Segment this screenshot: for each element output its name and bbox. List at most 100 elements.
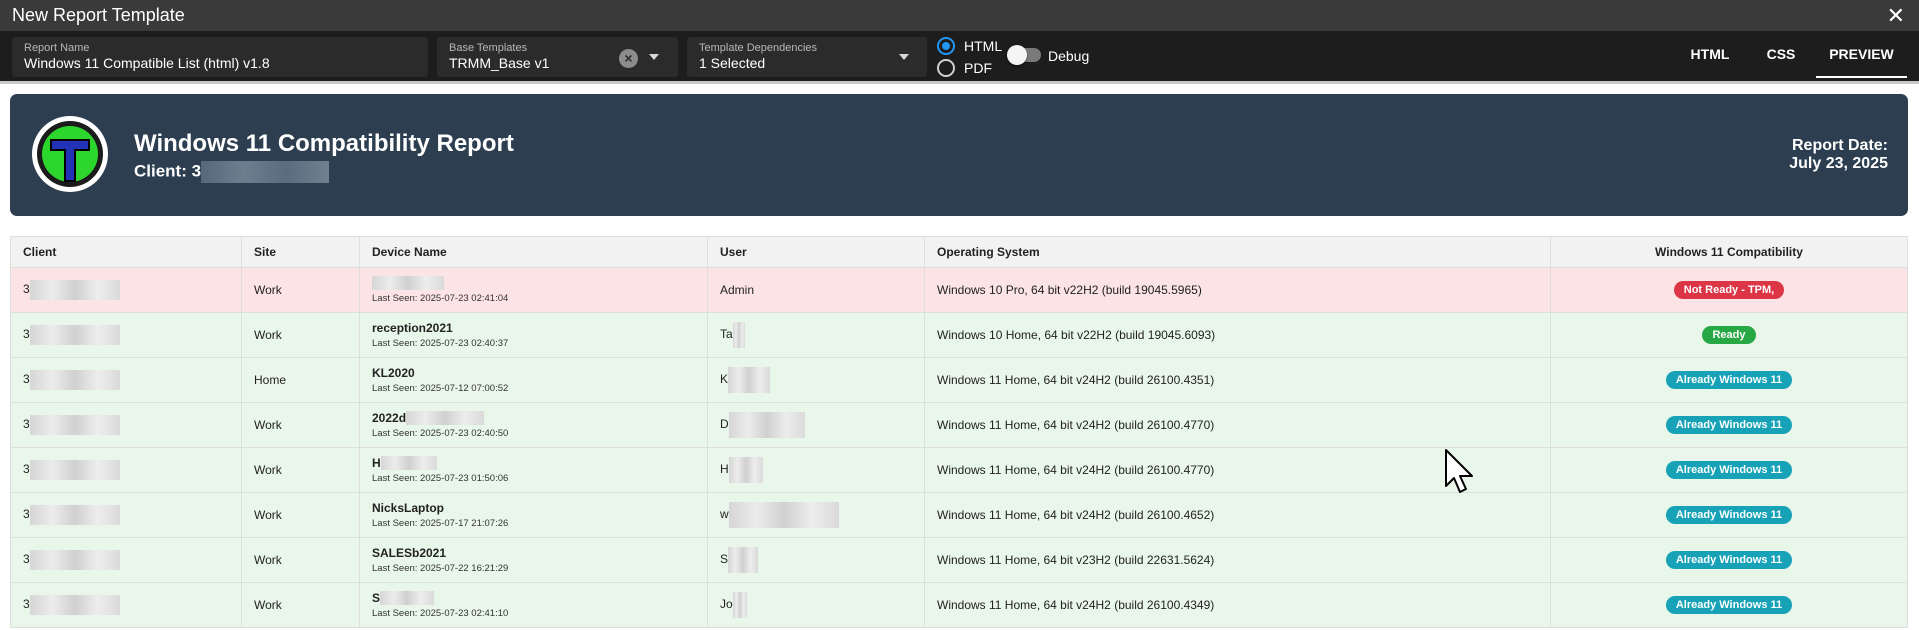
cell-user: D [707,402,925,448]
redacted-client [29,325,120,345]
chevron-down-icon[interactable] [899,54,909,60]
cell-client: 3 [10,492,242,538]
client-text: 3 [23,417,30,432]
cell-compatibility: Already Windows 11 [1550,537,1908,583]
pdf-radio[interactable] [937,59,955,77]
cell-compatibility: Already Windows 11 [1550,582,1908,628]
tab-preview[interactable]: PREVIEW [1816,31,1907,78]
report-preview: Windows 11 Compatibility Report Client: … [0,81,1919,630]
clear-icon[interactable]: × [619,49,638,68]
status-badge: Not Ready - TPM, [1673,281,1785,299]
device-name: reception2021 [372,321,707,335]
cell-site: Work [241,402,360,448]
status-badge: Already Windows 11 [1665,596,1793,614]
redacted-user [728,412,805,438]
client-text: 3 [23,507,30,522]
compatibility-table: Client Site Device Name User Operating S… [10,236,1908,628]
table-row: 3 Work H Last Seen: 2025-07-23 01:50:06 H Win… [10,447,1908,493]
cell-os: Windows 11 Home, 64 bit v24H2 (build 261… [924,402,1551,448]
status-badge: Already Windows 11 [1665,506,1793,524]
cell-compatibility: Not Ready - TPM, [1550,267,1908,313]
cell-user: Jo [707,582,925,628]
device-name-text: 2022d [372,410,407,425]
cell-device: Last Seen: 2025-07-23 02:41:04 [359,267,708,313]
cell-compatibility: Already Windows 11 [1550,447,1908,493]
user-text: Ta [720,327,733,342]
client-text: 3 [23,552,30,567]
company-logo [32,116,108,192]
cell-os: Windows 11 Home, 64 bit v24H2 (build 261… [924,492,1551,538]
user-text: K [720,372,729,387]
device-name-text: KL2020 [372,366,415,380]
device-name: NicksLaptop [372,501,707,515]
report-date-value: July 23, 2025 [1789,155,1888,172]
user-text: w [720,507,729,522]
redacted-user [728,547,759,573]
device-name: S [372,591,707,606]
tab-html[interactable]: HTML [1672,31,1748,78]
last-seen: Last Seen: 2025-07-17 21:07:26 [372,518,509,529]
cell-site: Work [241,267,360,313]
cell-user: S [707,537,925,583]
cell-compatibility: Ready [1550,312,1908,358]
debug-toggle[interactable] [1007,45,1041,65]
table-row: 3 Work 2022d Last Seen: 2025-07-23 02:40:50… [10,402,1908,448]
cell-client: 3 [10,357,242,403]
status-badge: Already Windows 11 [1665,461,1793,479]
report-title: Windows 11 Compatibility Report [134,130,514,157]
cell-client: 3 [10,447,242,493]
device-name [372,276,707,291]
chevron-down-icon[interactable] [649,54,659,60]
device-name-text: reception2021 [372,321,453,335]
window-title: New Report Template [12,5,185,25]
redacted-device [380,591,435,606]
status-badge: Already Windows 11 [1665,371,1793,389]
table-row: 3 Home KL2020 Last Seen: 2025-07-12 07:00:5… [10,357,1908,403]
device-name-text: SALESb2021 [372,546,447,560]
header-win11-compatibility: Windows 11 Compatibility [1550,236,1908,268]
device-name: H [372,456,707,471]
cell-site: Work [241,537,360,583]
header-device-name: Device Name [359,236,708,268]
user-text: Jo [720,597,733,612]
header-operating-system: Operating System [924,236,1551,268]
cell-site: Home [241,357,360,403]
cell-client: 3 [10,402,242,448]
cell-device: SALESb2021 Last Seen: 2025-07-22 16:21:29 [359,537,708,583]
report-name-field[interactable]: Report Name Windows 11 Compatible List (… [12,37,428,77]
cell-device: reception2021 Last Seen: 2025-07-23 02:40… [359,312,708,358]
tab-css[interactable]: CSS [1748,31,1814,78]
debug-label: Debug [1048,48,1090,64]
redacted-client [29,415,120,435]
user-text: S [720,552,729,567]
redacted-client [29,370,120,390]
redacted-device [372,276,444,291]
base-templates-select[interactable]: Base Templates TRMM_Base v1 × [437,37,678,77]
cell-user: H [707,447,925,493]
status-badge: Ready [1702,326,1756,344]
report-client: Client: 3 [134,161,330,183]
cell-site: Work [241,447,360,493]
header-client: Client [10,236,242,268]
redacted-client [29,280,120,300]
cell-compatibility: Already Windows 11 [1550,492,1908,538]
redacted-device [406,411,485,426]
mouse-cursor-icon [1445,449,1473,493]
device-name: SALESb2021 [372,546,707,560]
redacted-client [29,505,120,525]
header-site: Site [241,236,360,268]
close-icon[interactable]: ✕ [1887,3,1905,29]
cell-user: Admin [707,267,925,313]
last-seen: Last Seen: 2025-07-23 01:50:06 [372,473,509,485]
cell-device: KL2020 Last Seen: 2025-07-12 07:00:52 [359,357,708,403]
table-row: 3 Work S Last Seen: 2025-07-23 02:41:10 Jo Wi… [10,582,1908,628]
template-dependencies-label: Template Dependencies [699,42,818,54]
status-badge: Already Windows 11 [1665,416,1793,434]
template-dependencies-select[interactable]: Template Dependencies 1 Selected [687,37,927,77]
last-seen: Last Seen: 2025-07-23 02:40:50 [372,428,509,440]
last-seen: Last Seen: 2025-07-23 02:41:04 [372,293,509,305]
cell-os: Windows 11 Home, 64 bit v23H2 (build 226… [924,537,1551,583]
report-header: Windows 11 Compatibility Report Client: … [10,94,1908,216]
html-radio[interactable] [937,37,955,55]
redacted-user [732,322,745,348]
